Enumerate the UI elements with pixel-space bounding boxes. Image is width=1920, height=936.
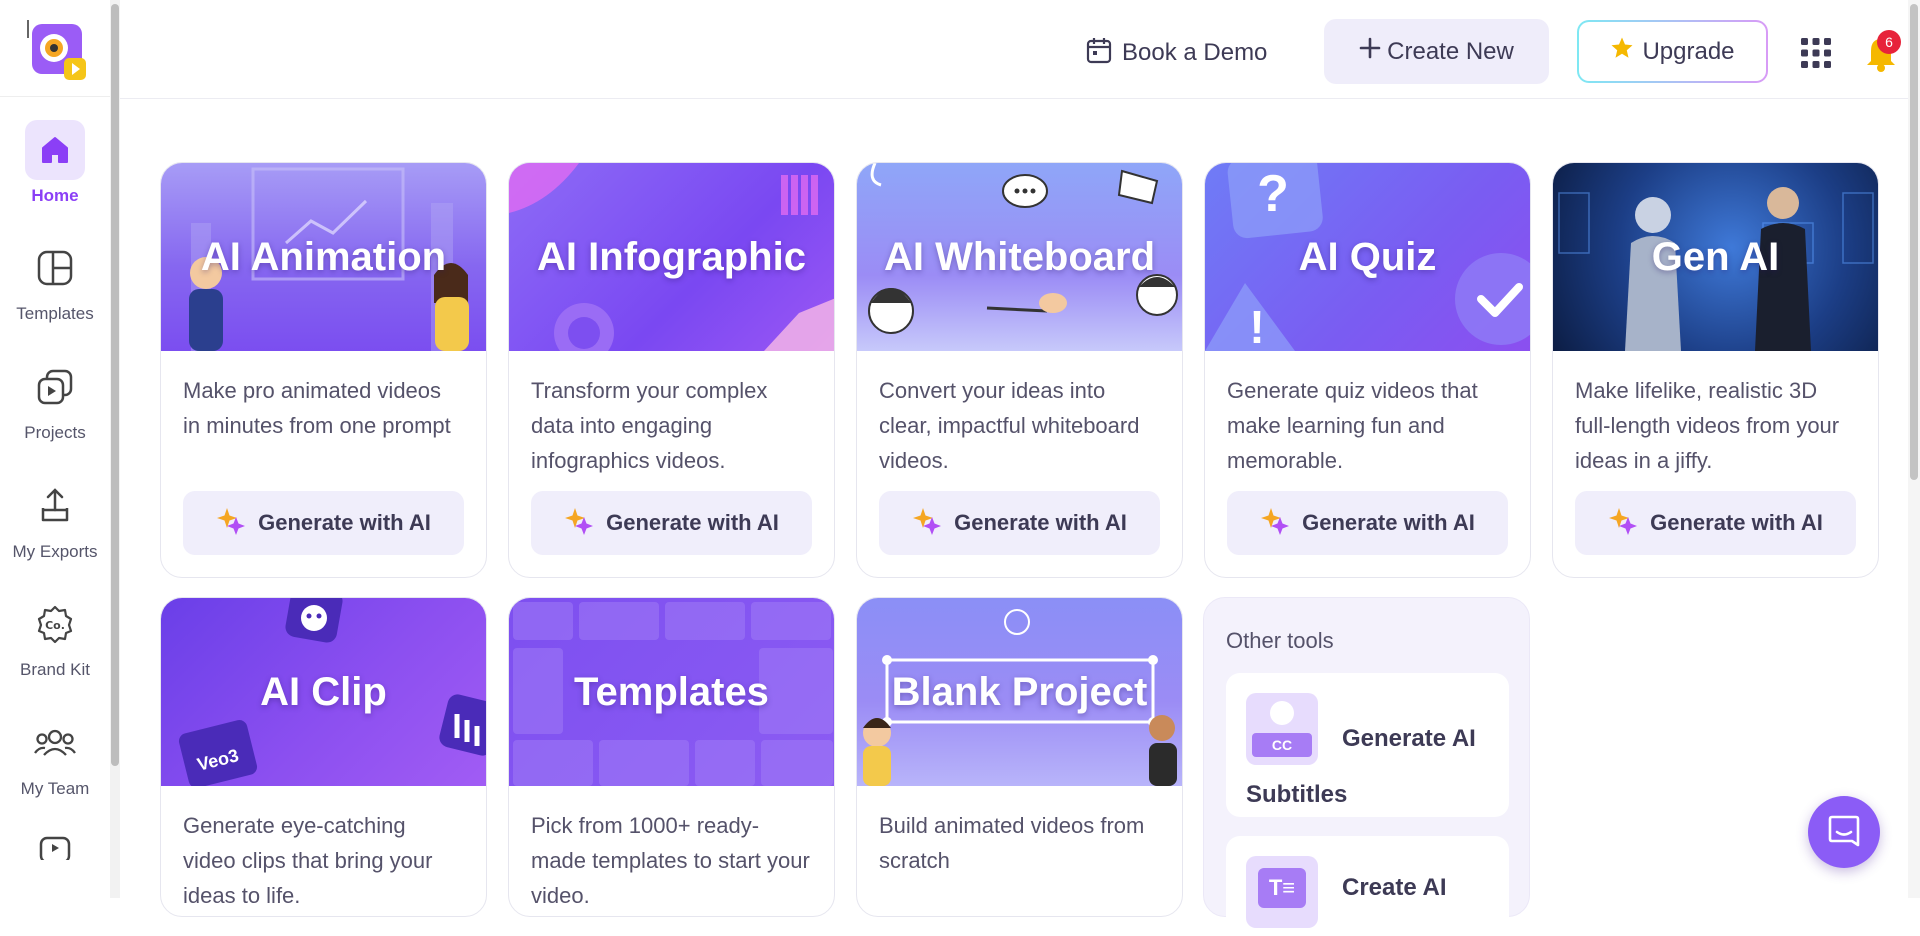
sidebar-item-templates[interactable]: Templates [0, 238, 110, 324]
card-banner: AI Whiteboard [857, 163, 1182, 351]
card-description: Build animated videos from scratch [879, 813, 1145, 873]
card-ai-quiz[interactable]: ? ! AI Quiz Generate quiz videos that ma… [1204, 162, 1531, 578]
sidebar-item-label: Projects [24, 423, 86, 442]
projects-icon [25, 357, 85, 417]
sidebar-item-more[interactable] [0, 832, 110, 860]
top-header: Book a Demo Create New Upgrade 6 [120, 0, 1920, 99]
generate-ai-subtitles-tool[interactable]: CC Generate AI Subtitles [1226, 673, 1509, 817]
svg-text:Co.: Co. [45, 619, 65, 632]
page-scrollbar-thumb[interactable] [1910, 4, 1918, 480]
card-description: Generate quiz videos that make learning … [1227, 378, 1478, 473]
generate-label: Generate with AI [258, 510, 431, 535]
sidebar-item-my-exports[interactable]: My Exports [0, 476, 110, 562]
card-description: Pick from 1000+ ready-made templates to … [531, 813, 810, 908]
upgrade-label: Upgrade [1642, 37, 1735, 65]
video-icon [25, 832, 85, 860]
plus-icon [1359, 37, 1381, 66]
sidebar-item-label: Home [31, 186, 79, 205]
generate-with-ai-button[interactable]: Generate with AI [879, 491, 1160, 555]
svg-text:?: ? [1257, 165, 1289, 223]
sparkle-icon [564, 505, 594, 541]
brand-kit-icon: Co. [25, 594, 85, 654]
card-title: AI Clip [260, 669, 387, 714]
sidebar-item-my-team[interactable]: My Team [0, 713, 110, 799]
card-templates[interactable]: Templates Pick from 1000+ ready-made tem… [508, 597, 835, 917]
generate-with-ai-button[interactable]: Generate with AI [183, 491, 464, 555]
sidebar-item-label: My Exports [12, 542, 98, 561]
divider [0, 96, 110, 97]
generate-label: Generate with AI [606, 510, 779, 535]
sidebar-item-label: Templates [16, 304, 94, 323]
card-title: Blank Project [891, 669, 1148, 714]
card-description: Make pro animated videos in minutes from… [183, 378, 451, 438]
card-description: Make lifelike, realistic 3D full-length … [1575, 378, 1840, 473]
generate-label: Generate with AI [1302, 510, 1475, 535]
card-banner: AI Infographic [509, 163, 834, 351]
sidebar-item-projects[interactable]: Projects [0, 357, 110, 443]
card-banner: Veo3 AI Clip [161, 598, 486, 786]
card-blank-project[interactable]: Blank Project Build animated videos from… [856, 597, 1183, 917]
upgrade-button[interactable]: Upgrade [1577, 20, 1768, 83]
sidebar-scrollbar-thumb[interactable] [111, 4, 119, 766]
card-banner: Gen AI [1553, 163, 1878, 351]
card-banner: Blank Project [857, 598, 1182, 786]
chat-support-button[interactable] [1808, 796, 1880, 868]
templates-icon [25, 238, 85, 298]
sparkle-icon [1260, 505, 1290, 541]
generate-with-ai-button[interactable]: Generate with AI [531, 491, 812, 555]
card-banner: Templates [509, 598, 834, 786]
calendar-icon [1086, 36, 1112, 71]
apps-grid-icon[interactable] [1800, 37, 1832, 69]
card-title: AI Animation [200, 234, 447, 279]
svg-text:!: ! [1249, 301, 1264, 351]
sparkle-icon [216, 505, 246, 541]
other-tools-panel: Other tools CC Generate AI Subtitles T≡ … [1203, 597, 1530, 936]
card-description: Generate eye-catching video clips that b… [183, 813, 433, 908]
card-ai-whiteboard[interactable]: AI Whiteboard Convert your ideas into cl… [856, 162, 1183, 578]
create-ai-tool[interactable]: T≡ Create AI [1226, 836, 1509, 936]
card-title: AI Whiteboard [883, 234, 1156, 279]
sidebar-item-label: Brand Kit [20, 660, 90, 679]
other-tools-title: Other tools [1226, 628, 1334, 653]
sparkle-icon [1608, 505, 1638, 541]
sidebar-item-home[interactable]: Home [0, 120, 110, 206]
tool-label: Generate AI Subtitles [1246, 725, 1476, 808]
create-new-button[interactable]: Create New [1324, 19, 1549, 84]
generate-with-ai-button[interactable]: Generate with AI [1227, 491, 1508, 555]
card-banner: AI Animation [161, 163, 486, 351]
card-title: AI Quiz [1298, 234, 1437, 279]
card-title: Gen AI [1651, 234, 1780, 279]
card-banner: ? ! AI Quiz [1205, 163, 1530, 351]
card-description: Transform your complex data into engagin… [531, 378, 768, 473]
card-ai-infographic[interactable]: AI Infographic Transform your complex da… [508, 162, 835, 578]
generate-label: Generate with AI [1650, 510, 1823, 535]
star-icon [1610, 36, 1634, 67]
generate-label: Generate with AI [954, 510, 1127, 535]
sidebar-item-label: My Team [20, 779, 90, 798]
chat-icon [1828, 815, 1860, 847]
generate-with-ai-button[interactable]: Generate with AI [1575, 491, 1856, 555]
sidebar: Home Templates Projects My Exports Co. B… [0, 0, 110, 898]
home-icon [25, 120, 85, 180]
sidebar-item-brand-kit[interactable]: Co. Brand Kit [0, 594, 110, 680]
card-title: AI Infographic [537, 234, 806, 279]
sparkle-icon [912, 505, 942, 541]
book-demo-label: Book a Demo [1122, 39, 1268, 66]
card-title: Templates [574, 669, 769, 714]
card-ai-clip[interactable]: Veo3 AI Clip Generate eye-catching video… [160, 597, 487, 917]
card-description: Convert your ideas into clear, impactful… [879, 378, 1140, 473]
text-tool-icon: T≡ [1246, 856, 1318, 928]
create-new-label: Create New [1387, 37, 1514, 65]
exports-icon [25, 476, 85, 536]
notification-badge: 6 [1877, 30, 1901, 54]
book-demo-button[interactable]: Book a Demo [1086, 36, 1267, 70]
card-gen-ai[interactable]: Gen AI Make lifelike, realistic 3D full-… [1552, 162, 1879, 578]
team-icon [25, 713, 85, 773]
card-ai-animation[interactable]: AI Animation Make pro animated videos in… [160, 162, 487, 578]
app-logo[interactable] [24, 18, 90, 84]
